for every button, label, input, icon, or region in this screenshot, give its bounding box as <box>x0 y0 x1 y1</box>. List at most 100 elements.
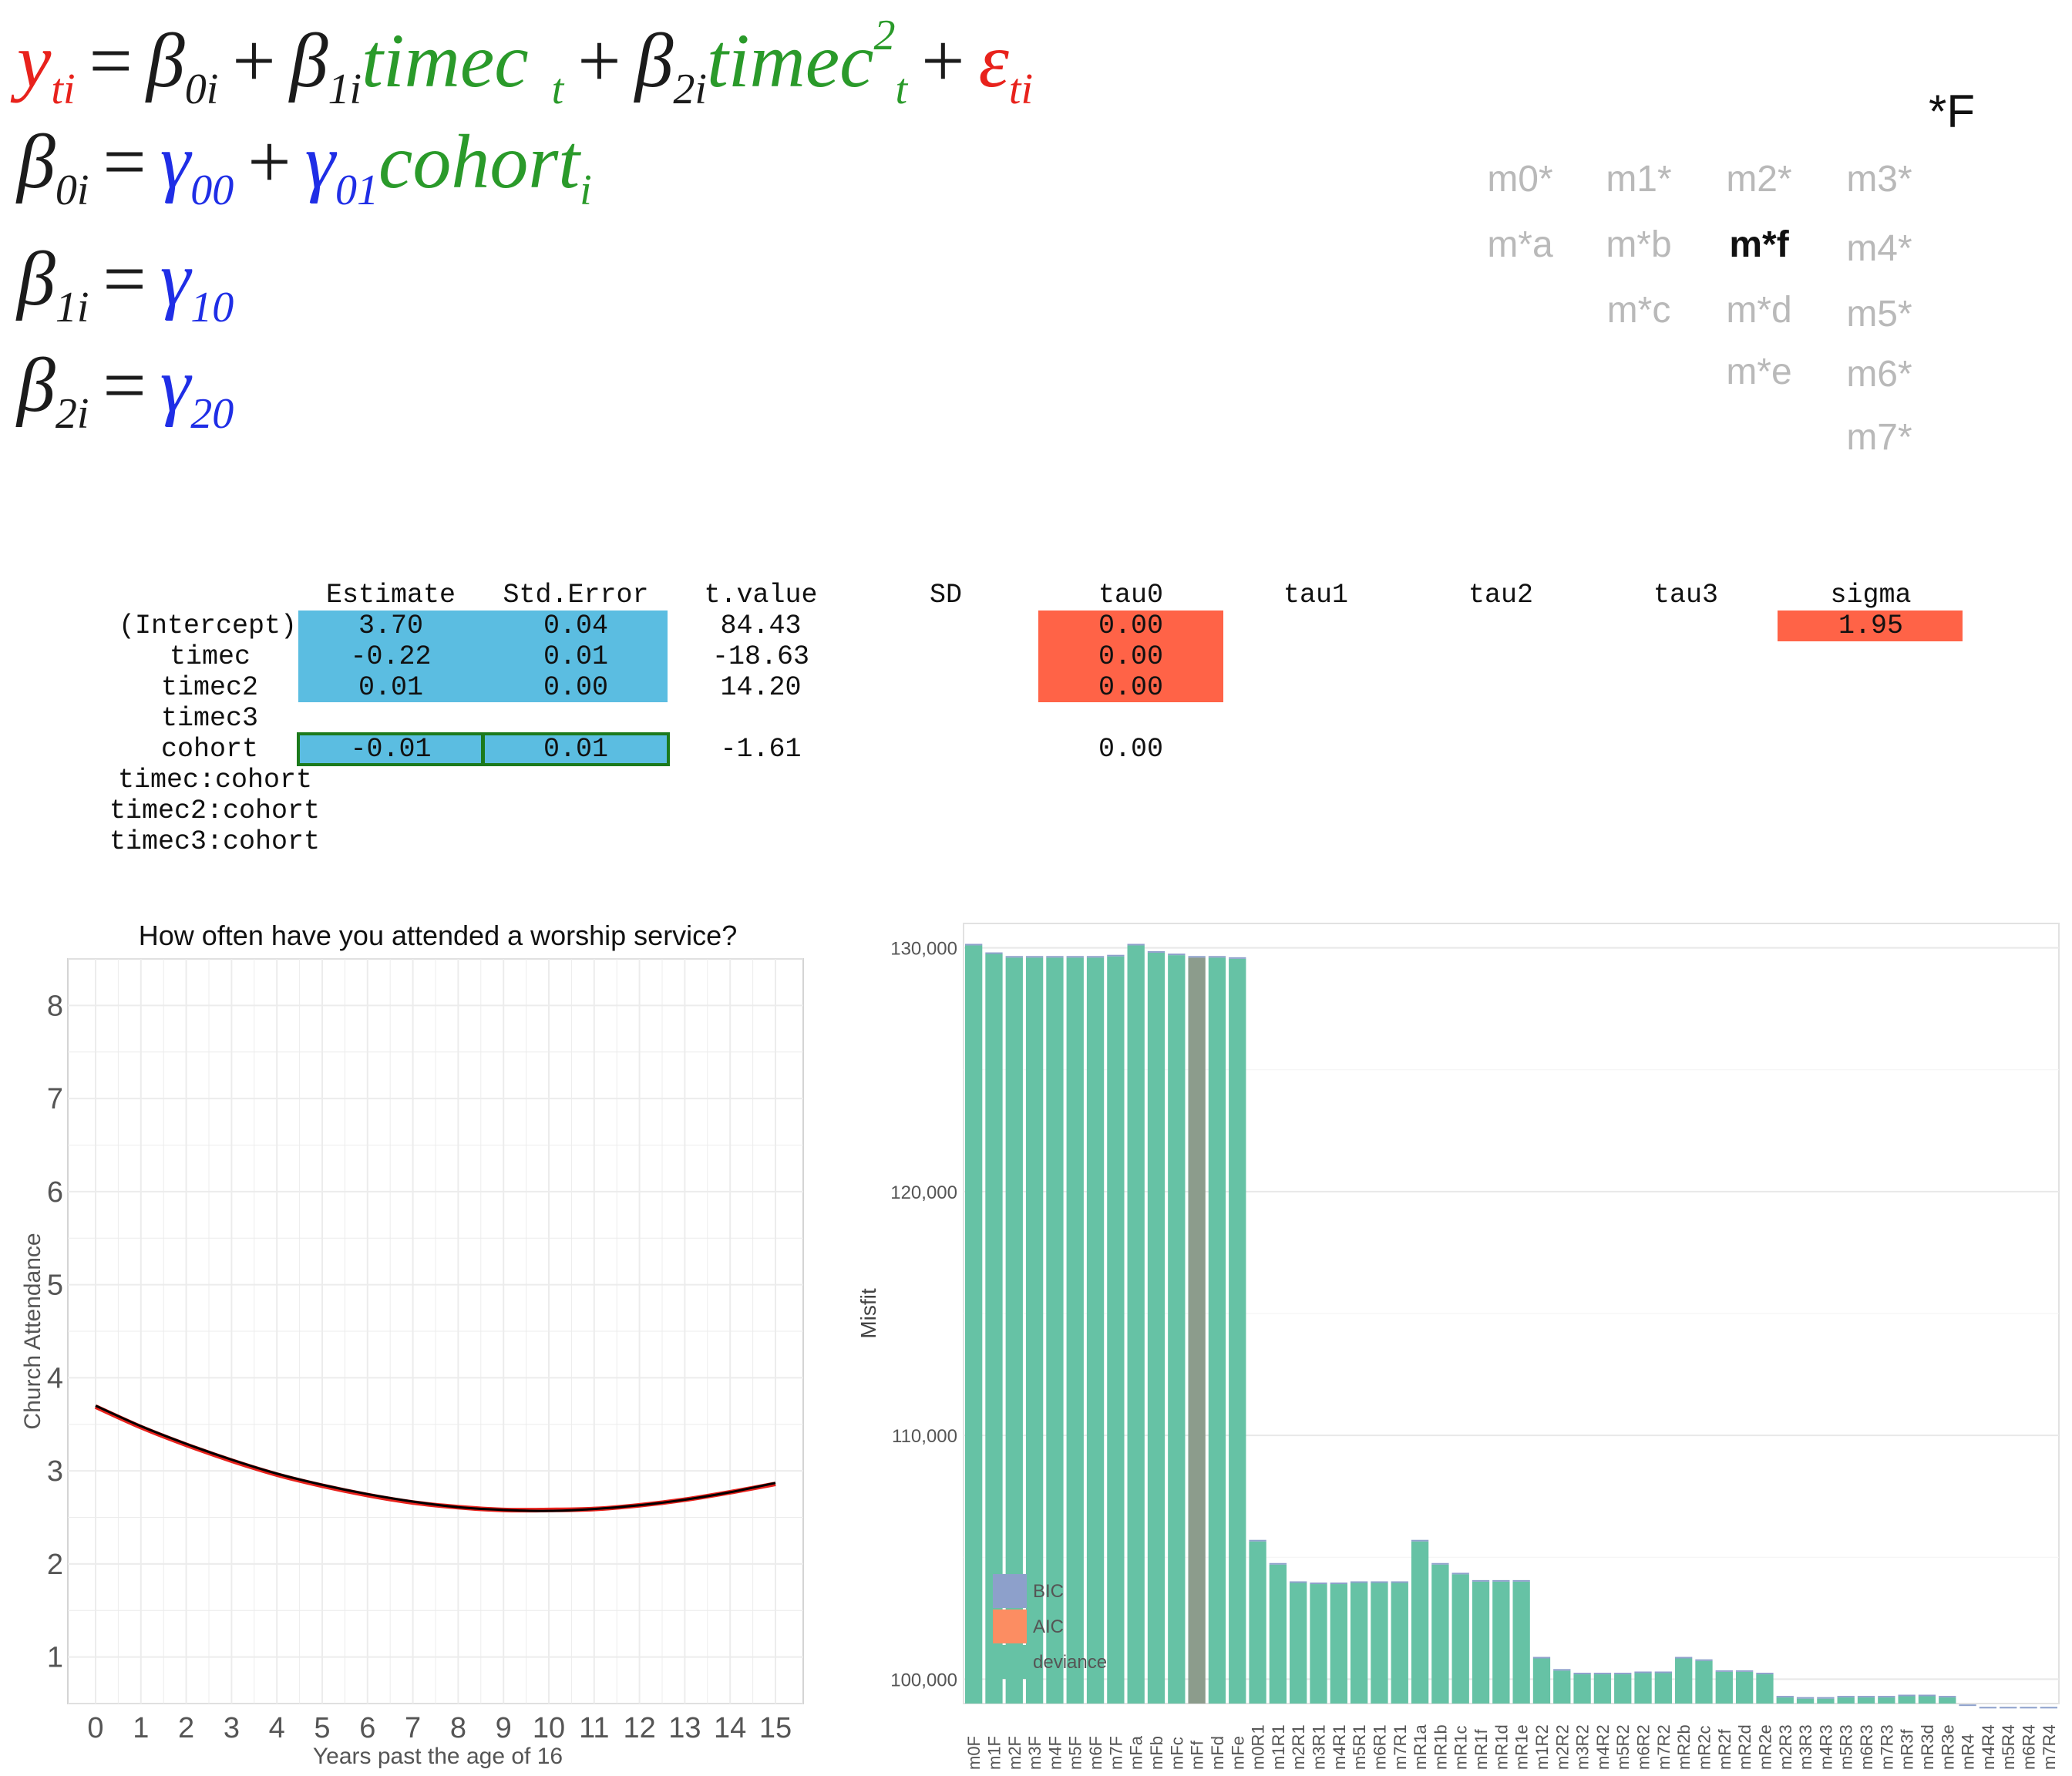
bar-m6R2[interactable] <box>1634 1673 1652 1704</box>
bar-mR1b[interactable] <box>1431 1564 1449 1704</box>
bar-m4R3[interactable] <box>1817 1698 1835 1704</box>
bar-m6R1[interactable] <box>1371 1583 1388 1704</box>
bar-m5F[interactable] <box>1066 957 1084 1704</box>
x-tick-label: m3R1 <box>1310 1724 1329 1770</box>
bar-m0F[interactable] <box>965 945 983 1704</box>
bar-bic-cap-m6F <box>1086 956 1105 958</box>
bar-mFe[interactable] <box>1229 958 1246 1704</box>
model-item-m6[interactable]: m6* <box>1833 353 1926 395</box>
model-item-m0[interactable]: m0* <box>1474 158 1566 200</box>
model-item-mf-selected[interactable]: m*f <box>1713 224 1805 266</box>
legend-label-bic: BIC <box>1033 1581 1064 1602</box>
bar-m1R2[interactable] <box>1532 1658 1551 1704</box>
bar-mR1a[interactable] <box>1411 1541 1429 1704</box>
bar-bic-cap-mFb <box>1147 950 1166 953</box>
y-tick-label: 8 <box>47 990 63 1022</box>
bar-mFa[interactable] <box>1127 945 1145 1704</box>
bar-m5R2[interactable] <box>1614 1674 1632 1704</box>
bar-m7R2[interactable] <box>1654 1673 1673 1704</box>
model-item-m2[interactable]: m2* <box>1713 158 1805 200</box>
equation-level2-slope: β1i = γ10 <box>17 236 234 331</box>
model-item-ma[interactable]: m*a <box>1474 224 1566 266</box>
x-tick-label: mFc <box>1167 1737 1186 1770</box>
bar-mR3d[interactable] <box>1918 1696 1936 1704</box>
bar-mR3f[interactable] <box>1898 1696 1916 1704</box>
x-tick-label: m1R1 <box>1269 1724 1288 1770</box>
bar-bic-cap-mR1f <box>1472 1579 1490 1582</box>
model-item-m3[interactable]: m3* <box>1833 158 1926 200</box>
bar-bic-cap-mR1d <box>1492 1579 1510 1582</box>
model-item-mc[interactable]: m*c <box>1593 289 1685 331</box>
line-chart-x-label: Years past the age of 16 <box>313 1744 563 1769</box>
x-tick-label: 0 <box>87 1712 103 1744</box>
bar-mR2b[interactable] <box>1675 1658 1693 1704</box>
bar-mR2d[interactable] <box>1735 1671 1754 1704</box>
cell-intercept-se: 0.04 <box>543 610 608 641</box>
legend-swatch-aic <box>993 1610 1027 1643</box>
x-tick-label: m2R1 <box>1289 1724 1308 1770</box>
bar-mR2e[interactable] <box>1756 1674 1774 1704</box>
cell-timec2-t: 14.20 <box>720 672 802 703</box>
bar-m1R1[interactable] <box>1269 1564 1287 1704</box>
bar-bic-cap-m0R1 <box>1249 1539 1266 1542</box>
bar-m5R3[interactable] <box>1837 1697 1855 1704</box>
bar-m4R1[interactable] <box>1330 1584 1347 1704</box>
bar-mR1c[interactable] <box>1451 1574 1469 1704</box>
x-tick-label: m7F <box>1106 1736 1125 1770</box>
x-tick-label: 13 <box>668 1712 701 1744</box>
bar-mFb[interactable] <box>1147 952 1166 1704</box>
x-tick-label: mR2b <box>1674 1724 1694 1770</box>
x-tick-label: 6 <box>359 1712 375 1744</box>
bar-m6R3[interactable] <box>1857 1697 1875 1704</box>
bar-m6F[interactable] <box>1086 957 1105 1704</box>
bar-m3R2[interactable] <box>1573 1674 1591 1704</box>
bar-mR2c[interactable] <box>1695 1660 1713 1704</box>
model-item-m7[interactable]: m7* <box>1833 416 1926 459</box>
bar-m2R2[interactable] <box>1553 1670 1571 1704</box>
bar-m5R1[interactable] <box>1350 1583 1368 1704</box>
bar-m0R1[interactable] <box>1249 1541 1266 1704</box>
bar-m7F[interactable] <box>1107 956 1125 1704</box>
bar-m3R1[interactable] <box>1310 1584 1327 1704</box>
x-tick-label: m5R2 <box>1613 1724 1633 1770</box>
bar-bic-cap-m2R2 <box>1553 1669 1571 1671</box>
model-item-m5[interactable]: m5* <box>1833 293 1926 335</box>
x-tick-label: m1R2 <box>1532 1724 1552 1770</box>
model-item-m1[interactable]: m1* <box>1593 158 1685 200</box>
bar-mFf[interactable] <box>1188 957 1206 1704</box>
bar-mFd[interactable] <box>1208 957 1226 1704</box>
bar-bic-cap-m3R1 <box>1310 1583 1327 1585</box>
x-tick-label: m5R3 <box>1837 1724 1856 1770</box>
x-tick-label: m5F <box>1066 1736 1085 1770</box>
bar-mR1d[interactable] <box>1492 1581 1510 1704</box>
model-item-mb[interactable]: m*b <box>1593 224 1685 266</box>
bar-chart-y-label: Misfit <box>856 1288 880 1339</box>
x-tick-label: m0F <box>964 1736 984 1770</box>
bar-bic-cap-mR2b <box>1675 1657 1693 1659</box>
cell-cohort-estimate: -0.01 <box>350 734 432 765</box>
bar-bic-cap-mR2d <box>1735 1670 1754 1672</box>
model-item-md[interactable]: m*d <box>1713 289 1805 331</box>
bar-mR1e[interactable] <box>1512 1581 1530 1704</box>
x-tick-label: mFd <box>1208 1736 1227 1770</box>
bar-mR2f[interactable] <box>1715 1671 1733 1704</box>
bar-m2R1[interactable] <box>1290 1583 1307 1704</box>
bar-m7R3[interactable] <box>1878 1697 1895 1704</box>
bar-mR3e[interactable] <box>1939 1697 1956 1704</box>
bar-mR1f[interactable] <box>1472 1581 1490 1704</box>
bar-m2R3[interactable] <box>1776 1697 1794 1704</box>
x-tick-label: 5 <box>314 1712 330 1744</box>
bar-mFc[interactable] <box>1168 955 1186 1704</box>
legend-swatch-bic <box>993 1574 1027 1608</box>
model-item-me[interactable]: m*e <box>1713 351 1805 393</box>
line-chart-y-label: Church Attendance <box>20 1233 45 1429</box>
x-tick-label: m6R4 <box>2020 1724 2039 1770</box>
bar-bic-cap-mR3d <box>1918 1694 1936 1697</box>
bar-m7R1[interactable] <box>1391 1583 1408 1704</box>
bar-m3R3[interactable] <box>1796 1698 1815 1704</box>
x-tick-label: m4F <box>1045 1736 1065 1770</box>
bar-bic-cap-m7R3 <box>1878 1696 1895 1698</box>
bar-m4R2[interactable] <box>1593 1674 1612 1704</box>
model-item-m4[interactable]: m4* <box>1833 227 1926 270</box>
x-tick-label: mFa <box>1127 1735 1146 1770</box>
